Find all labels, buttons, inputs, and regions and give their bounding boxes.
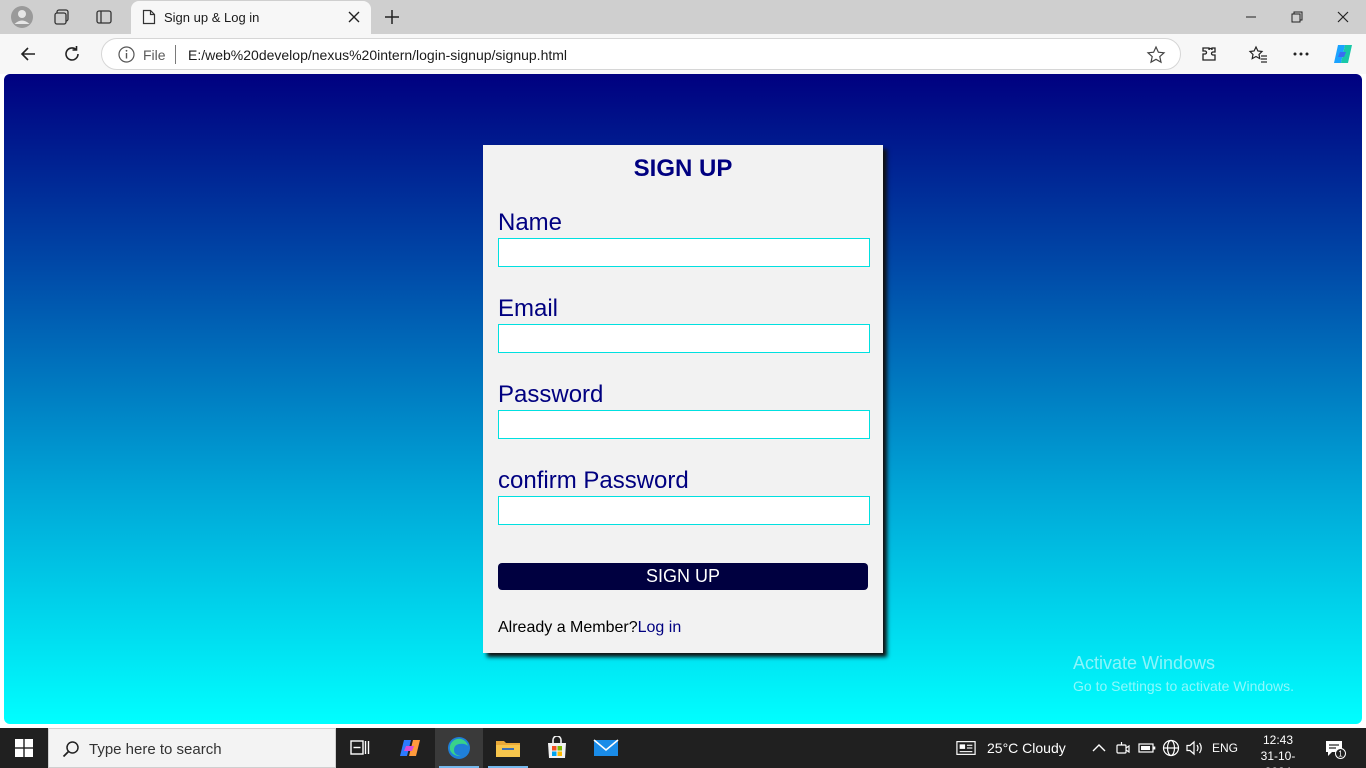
signup-form: SIGN UP Name Email Password confirm Pass…: [483, 145, 883, 653]
refresh-icon[interactable]: [57, 40, 87, 68]
email-label: Email: [498, 295, 559, 322]
taskbar: Type here to search 25°C Cloudy ENG 12:4…: [0, 728, 1366, 768]
clock[interactable]: 12:43 31-10-2024: [1248, 732, 1308, 768]
name-input[interactable]: [498, 238, 870, 267]
password-input[interactable]: [498, 410, 870, 439]
new-tab-icon[interactable]: [380, 5, 404, 29]
tab-actions-icon[interactable]: [92, 5, 116, 29]
taskbar-search-box[interactable]: Type here to search: [48, 728, 336, 768]
form-title: SIGN UP: [633, 155, 733, 182]
address-separator: [175, 45, 176, 64]
folder-icon[interactable]: [484, 728, 532, 768]
profile-icon[interactable]: [10, 5, 34, 29]
browser-toolbar: File E:/web%20develop/nexus%20intern/log…: [0, 34, 1366, 74]
window-close-icon[interactable]: [1320, 0, 1366, 34]
confirm-password-input[interactable]: [498, 496, 870, 525]
favorites-icon[interactable]: [1243, 40, 1273, 68]
meet-icon[interactable]: [1113, 738, 1133, 758]
watermark-line-1: Activate Windows: [1073, 653, 1216, 673]
page-icon: [137, 5, 161, 29]
browser-tab[interactable]: Sign up & Log in: [131, 1, 371, 34]
battery-icon[interactable]: [1137, 738, 1157, 758]
back-icon[interactable]: [13, 40, 43, 68]
email-input[interactable]: [498, 324, 870, 353]
weather-icon[interactable]: [956, 738, 976, 758]
member-prompt: Already a Member?Log in: [498, 619, 681, 637]
minimize-icon[interactable]: [1228, 0, 1274, 34]
url-text[interactable]: E:/web%20develop/nexus%20intern/login-si…: [188, 47, 567, 63]
confirm-password-label: confirm Password: [498, 467, 689, 494]
store-icon[interactable]: [533, 728, 581, 768]
clock-date: 31-10-2024: [1260, 749, 1296, 768]
extensions-icon[interactable]: [1194, 40, 1224, 68]
copilot-icon[interactable]: [1328, 40, 1358, 68]
watermark-line-2: Go to Settings to activate Windows.: [1073, 678, 1294, 694]
restore-icon[interactable]: [1274, 0, 1320, 34]
close-icon[interactable]: [345, 8, 363, 26]
password-label: Password: [498, 381, 604, 408]
notification-icon[interactable]: 1: [1323, 737, 1347, 761]
language-indicator[interactable]: ENG: [1212, 741, 1238, 755]
volume-icon[interactable]: [1185, 738, 1205, 758]
search-placeholder: Type here to search: [89, 741, 222, 758]
chevron-up-icon[interactable]: [1089, 738, 1109, 758]
task-view-icon[interactable]: [336, 728, 384, 768]
info-icon[interactable]: [118, 46, 135, 63]
activate-windows-watermark: Activate Windows Go to Settings to activ…: [1073, 653, 1294, 694]
name-label: Name: [498, 209, 563, 236]
windows-icon[interactable]: [0, 728, 48, 768]
browser-title-bar: Sign up & Log in: [0, 0, 1366, 34]
more-icon[interactable]: [1286, 40, 1316, 68]
tab-title: Sign up & Log in: [164, 10, 260, 25]
edge-icon[interactable]: [435, 728, 483, 768]
signup-button[interactable]: SIGN UP: [498, 563, 868, 590]
clock-time: 12:43: [1262, 733, 1294, 747]
page-viewport: SIGN UP Name Email Password confirm Pass…: [4, 74, 1362, 724]
weather-text[interactable]: 25°C Cloudy: [987, 740, 1066, 756]
network-icon[interactable]: [1161, 738, 1181, 758]
login-link[interactable]: Log in: [638, 619, 682, 636]
address-bar[interactable]: File E:/web%20develop/nexus%20intern/log…: [101, 38, 1181, 70]
member-text: Already a Member?: [498, 619, 638, 636]
notification-count: 1: [1338, 750, 1343, 759]
copilot-taskbar-icon[interactable]: [386, 728, 434, 768]
scheme-label: File: [143, 47, 166, 63]
mail-icon[interactable]: [582, 728, 630, 768]
workspaces-icon[interactable]: [50, 5, 74, 29]
star-icon[interactable]: [1146, 45, 1166, 65]
search-icon: [61, 739, 81, 759]
